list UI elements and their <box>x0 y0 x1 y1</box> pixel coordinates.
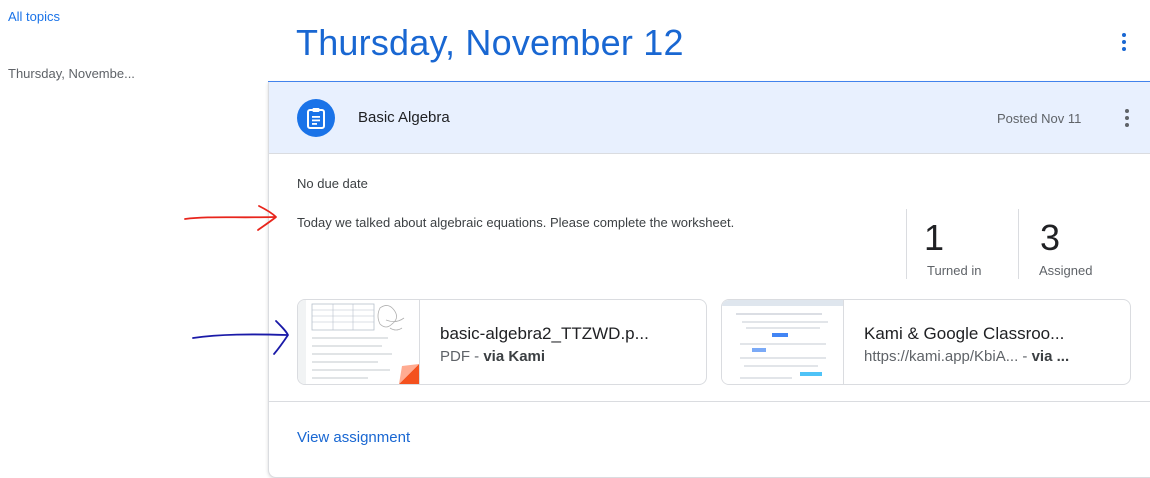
due-date: No due date <box>297 176 368 191</box>
topic-sidebar: All topics Thursday, Novembe... <box>0 0 260 471</box>
pdf-thumbnail <box>298 300 420 384</box>
more-vert-icon <box>1122 33 1126 37</box>
stat-divider <box>906 209 907 279</box>
assignment-card: Basic Algebra Posted Nov 11 No due date … <box>268 82 1150 478</box>
assignment-icon <box>297 99 335 137</box>
assignment-title[interactable]: Basic Algebra <box>358 109 450 126</box>
attachment-name[interactable]: Kami & Google Classroo... <box>864 324 1114 344</box>
assigned-count[interactable]: 3 <box>1040 217 1060 259</box>
assignment-description: Today we talked about algebraic equation… <box>297 215 735 230</box>
attachment-link[interactable]: Kami & Google Classroo... https://kami.a… <box>721 299 1131 385</box>
attachment-source: https://kami.app/KbiA... - via ... <box>864 348 1070 365</box>
attachment-name[interactable]: basic-algebra2_TTZWD.p... <box>440 324 690 344</box>
link-thumbnail <box>722 300 844 384</box>
attachment-pdf[interactable]: basic-algebra2_TTZWD.p... PDF - via Kami <box>297 299 707 385</box>
assignment-more-button[interactable] <box>1115 106 1139 130</box>
sidebar-topic-item[interactable]: Thursday, Novembe... <box>8 66 168 81</box>
assignment-header[interactable]: Basic Algebra Posted Nov 11 <box>269 82 1150 154</box>
turned-in-label: Turned in <box>927 263 982 278</box>
assigned-label: Assigned <box>1039 263 1093 278</box>
view-assignment-link[interactable]: View assignment <box>297 429 410 446</box>
more-vert-icon <box>1125 109 1129 113</box>
all-topics-link[interactable]: All topics <box>8 9 60 24</box>
blue-arrow-annotation <box>192 320 289 355</box>
topic-title: Thursday, November 12 <box>296 22 684 63</box>
posted-date: Posted Nov 11 <box>997 111 1082 126</box>
attachment-source: PDF - via Kami <box>440 348 546 365</box>
topic-more-button[interactable] <box>1112 30 1136 54</box>
card-footer-divider <box>269 401 1150 402</box>
stat-divider <box>1018 209 1019 279</box>
turned-in-count[interactable]: 1 <box>924 217 944 259</box>
red-arrow-annotation <box>184 205 277 231</box>
